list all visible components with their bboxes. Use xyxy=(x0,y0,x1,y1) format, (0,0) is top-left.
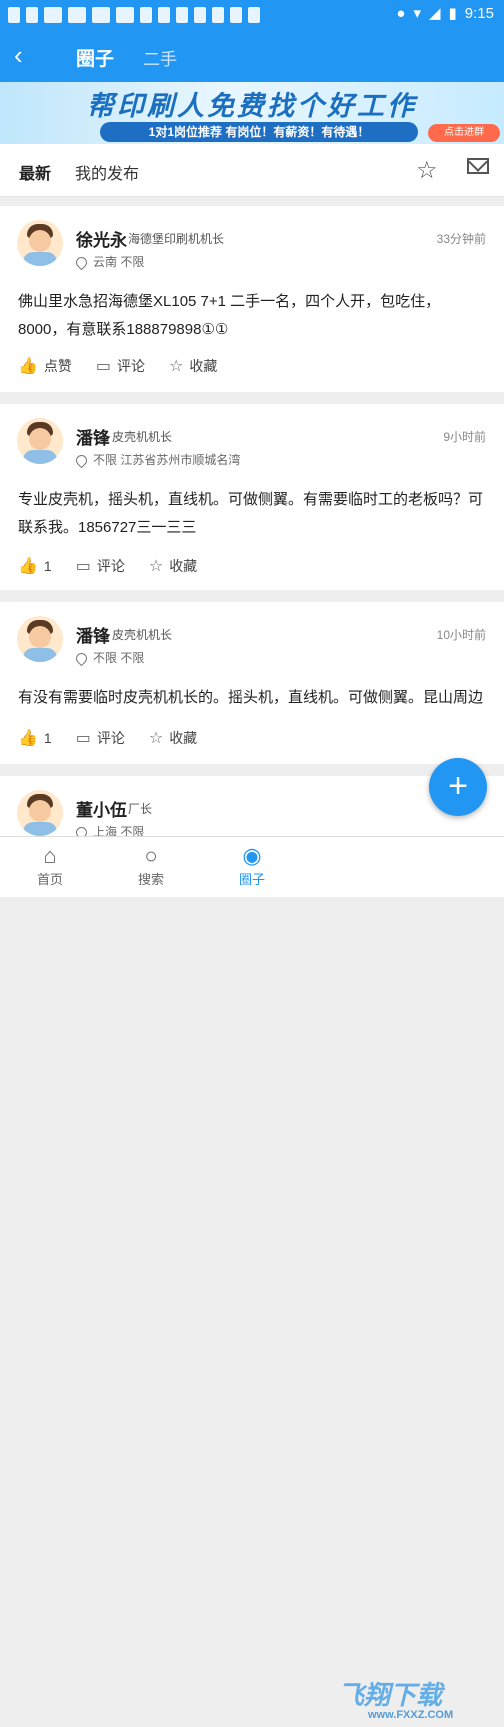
location: 上海 不限 xyxy=(73,823,144,836)
circle-icon: ◉ xyxy=(242,843,262,868)
post-actions: 👍 1 ▭ 评论 ☆ 收藏 xyxy=(18,556,197,576)
news-icon xyxy=(68,7,86,23)
banner-title: 帮印刷人免费找个好工作 xyxy=(87,91,417,121)
filter-latest[interactable]: 最新 xyxy=(19,160,51,184)
author-name[interactable]: 董小伍 xyxy=(76,796,127,821)
battery-icon: ▮ xyxy=(448,5,457,22)
news-icon xyxy=(44,7,62,23)
thumbs-up-icon: 👍 xyxy=(18,558,38,575)
banner-join-button[interactable]: 点击进群 xyxy=(428,124,500,142)
home-icon: ⌂ xyxy=(43,843,57,868)
star-icon[interactable]: ☆ xyxy=(416,156,438,185)
location: 不限 不限 xyxy=(73,649,144,667)
status-bar: ● ▾ ◢ ▮ 9:15 xyxy=(0,0,504,30)
avatar[interactable] xyxy=(17,790,63,836)
watermark-logo: 飞翔下载 www.FXXZ.COM xyxy=(338,1680,454,1721)
like-button[interactable]: 👍 1 xyxy=(18,728,52,748)
tab-circle[interactable]: 圈子 xyxy=(76,44,114,71)
post-time: 33分钟前 xyxy=(436,232,486,246)
star-icon: ☆ xyxy=(148,558,164,575)
post-actions: 👍 点赞 ▭ 评论 ☆ 收藏 xyxy=(18,356,217,376)
comment-button[interactable]: ▭ 评论 xyxy=(76,728,125,748)
wifi-icon: ▾ xyxy=(413,5,421,22)
app-icon xyxy=(194,7,206,23)
signal-icon: ◢ xyxy=(428,5,441,22)
app-icon xyxy=(230,7,242,23)
nav-circle[interactable]: ◉ 圈子 xyxy=(222,843,282,888)
bag-icon xyxy=(212,7,224,23)
post-time: 10小时前 xyxy=(436,628,486,642)
location-pin-icon xyxy=(73,825,90,836)
system-status: ● ▾ ◢ ▮ 9:15 xyxy=(396,4,494,23)
star-icon: ☆ xyxy=(148,730,164,747)
favorite-button[interactable]: ☆ 收藏 xyxy=(149,556,197,576)
app-header: ‹ 圈子 二手 xyxy=(0,30,504,82)
download-icon xyxy=(176,7,188,23)
thumbs-up-icon: 👍 xyxy=(18,358,38,375)
post-card[interactable]: 徐光永 海德堡印刷机机长 33分钟前 云南 不限 佛山里水急招海德堡XL105 … xyxy=(0,206,504,392)
notification-icons xyxy=(8,6,260,24)
comment-icon: ▭ xyxy=(95,358,112,375)
author-role: 皮壳机机长 xyxy=(112,628,173,642)
post-actions: 👍 1 ▭ 评论 ☆ 收藏 xyxy=(18,728,197,748)
location-pin-icon xyxy=(73,651,90,667)
comment-icon: ▭ xyxy=(75,730,91,747)
avatar[interactable] xyxy=(17,220,63,266)
like-button[interactable]: 👍 1 xyxy=(18,556,52,576)
thumbs-up-icon: 👍 xyxy=(18,730,38,747)
post-time: 9小时前 xyxy=(443,430,486,444)
location-pin-icon xyxy=(73,453,90,469)
app-icon xyxy=(248,7,260,23)
location-pin-icon xyxy=(73,255,90,271)
nav-search[interactable]: ○ 搜索 xyxy=(121,843,181,888)
favorite-button[interactable]: ☆ 收藏 xyxy=(149,728,197,748)
banner-subtitle: 1对1岗位推荐 有岗位！有薪资！有待遇！ xyxy=(100,122,418,142)
avatar[interactable] xyxy=(17,616,63,662)
author-name[interactable]: 潘锋 xyxy=(76,622,110,647)
mail-icon[interactable] xyxy=(467,158,489,174)
filter-my-posts[interactable]: 我的发布 xyxy=(75,160,139,184)
download-icon xyxy=(158,7,170,23)
post-content[interactable]: 有没有需要临时皮壳机机长的。摇头机，直线机。可做侧翼。昆山周边 xyxy=(18,684,486,712)
location: 云南 不限 xyxy=(73,253,144,271)
plus-icon: + xyxy=(448,767,468,805)
like-button[interactable]: 👍 点赞 xyxy=(18,356,72,376)
news-icon xyxy=(116,7,134,23)
bottom-nav: ⌂ 首页 ○ 搜索 ◉ 圈子 飞翔下载 www.FXXZ.COM xyxy=(0,836,504,1721)
ad-banner[interactable]: 帮印刷人免费找个好工作 1对1岗位推荐 有岗位！有薪资！有待遇！ 点击进群 xyxy=(0,82,504,144)
star-icon: ☆ xyxy=(169,358,184,375)
app-icon xyxy=(140,7,152,23)
author-role: 厂长 xyxy=(128,802,153,816)
author-name[interactable]: 徐光永 xyxy=(76,226,127,251)
filter-bar: 最新 我的发布 ☆ xyxy=(0,144,504,197)
location: 不限 江苏省苏州市顺城名湾 xyxy=(73,451,240,469)
avatar[interactable] xyxy=(17,418,63,464)
nav-home[interactable]: ⌂ 首页 xyxy=(20,843,80,888)
comment-icon: ▭ xyxy=(75,558,91,575)
news-icon xyxy=(92,7,110,23)
comment-button[interactable]: ▭ 评论 xyxy=(76,556,125,576)
comment-button[interactable]: ▭ 评论 xyxy=(96,356,145,376)
favorite-button[interactable]: ☆ 收藏 xyxy=(169,356,217,376)
author-name[interactable]: 潘锋 xyxy=(76,424,110,449)
tab-secondhand[interactable]: 二手 xyxy=(143,45,177,70)
location-icon: ● xyxy=(396,4,406,22)
post-card[interactable]: 潘锋 皮壳机机长 9小时前 不限 江苏省苏州市顺城名湾 专业皮壳机，摇头机，直线… xyxy=(0,404,504,590)
back-arrow-icon[interactable]: ‹ xyxy=(14,42,38,70)
post-card[interactable]: 潘锋 皮壳机机长 10小时前 不限 不限 有没有需要临时皮壳机机长的。摇头机，直… xyxy=(0,602,504,764)
clock: 9:15 xyxy=(464,4,494,22)
app-icon xyxy=(26,7,38,23)
post-content[interactable]: 佛山里水急招海德堡XL105 7+1 二手一名，四个人开，包吃住，8000，有意… xyxy=(18,288,486,344)
mail-icon xyxy=(8,7,20,23)
search-icon: ○ xyxy=(144,843,158,868)
author-role: 海德堡印刷机机长 xyxy=(128,232,225,246)
add-post-button[interactable]: + xyxy=(429,758,487,816)
post-content[interactable]: 专业皮壳机，摇头机，直线机。可做侧翼。有需要临时工的老板吗？可联系我。18567… xyxy=(18,486,486,542)
author-role: 皮壳机机长 xyxy=(112,430,173,444)
